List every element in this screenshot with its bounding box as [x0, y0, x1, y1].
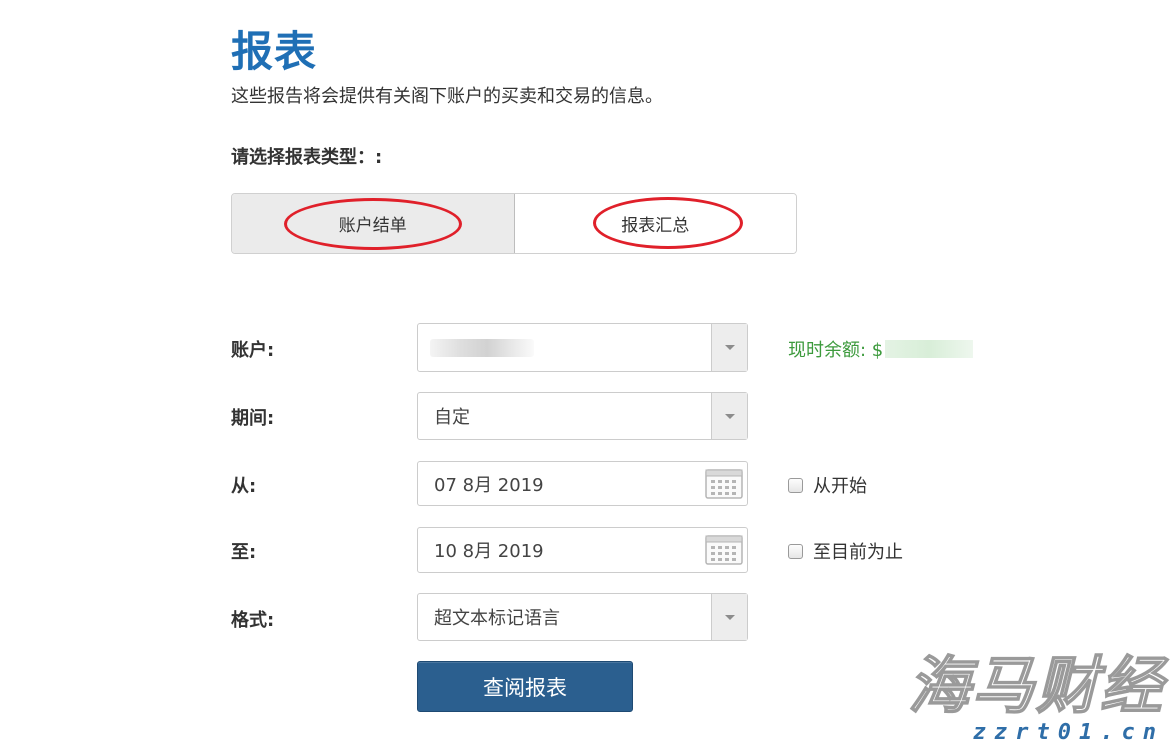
- page-title: 报表: [231, 27, 318, 76]
- format-select-value: 超文本标记语言: [434, 608, 560, 629]
- watermark-logo-text: 海马财经: [907, 649, 1164, 722]
- format-label: 格式:: [231, 610, 275, 631]
- period-select[interactable]: 自定: [417, 392, 748, 440]
- to-date-input[interactable]: 10 8月 2019: [417, 527, 748, 573]
- page-subtitle: 这些报告将会提供有关阁下账户的买卖和交易的信息。: [231, 86, 663, 107]
- format-select[interactable]: 超文本标记语言: [417, 593, 748, 641]
- tab-report-summary[interactable]: 报表汇总: [514, 194, 796, 253]
- chevron-down-icon: [724, 614, 735, 620]
- report-type-tabs: 账户结单 报表汇总: [231, 193, 797, 254]
- report-type-label: 请选择报表类型：:: [231, 147, 383, 168]
- to-date-option-label: 至目前为止: [813, 542, 903, 563]
- chevron-down-icon: [724, 413, 735, 419]
- balance-amount-redacted: [885, 340, 974, 358]
- to-date-value: 10 8月 2019: [434, 541, 544, 562]
- watermark: 海马财经 zzrt01.cn: [907, 649, 1164, 746]
- period-dropdown-toggle[interactable]: [711, 393, 747, 439]
- view-report-button[interactable]: 查阅报表: [417, 661, 633, 712]
- from-label: 从:: [231, 476, 257, 497]
- from-date-value: 07 8月 2019: [434, 474, 544, 496]
- to-label: 至:: [231, 542, 257, 563]
- to-date-checkbox[interactable]: [788, 543, 803, 559]
- from-date-input[interactable]: 07 8月 2019: [417, 461, 748, 506]
- account-dropdown-toggle[interactable]: [711, 324, 747, 371]
- period-select-value: 自定: [434, 407, 470, 428]
- tab-account-statement[interactable]: 账户结单: [232, 194, 515, 253]
- from-beginning-label: 从开始: [813, 476, 867, 497]
- account-number-redacted: [430, 338, 534, 357]
- account-select[interactable]: [417, 323, 748, 372]
- account-label: 账户:: [231, 340, 275, 361]
- calendar-icon[interactable]: [701, 462, 747, 505]
- current-balance: 现时余额: $: [788, 336, 974, 362]
- chevron-down-icon: [724, 345, 735, 350]
- current-balance-label: 现时余额: $: [788, 340, 884, 361]
- from-beginning-option[interactable]: 从开始: [788, 472, 867, 498]
- calendar-icon[interactable]: [701, 528, 747, 572]
- period-label: 期间:: [231, 408, 275, 429]
- to-date-option[interactable]: 至目前为止: [788, 538, 903, 564]
- account-select-value: [418, 324, 711, 371]
- format-dropdown-toggle[interactable]: [711, 594, 747, 640]
- from-beginning-checkbox[interactable]: [788, 477, 803, 493]
- watermark-url: zzrt01.cn: [972, 720, 1164, 745]
